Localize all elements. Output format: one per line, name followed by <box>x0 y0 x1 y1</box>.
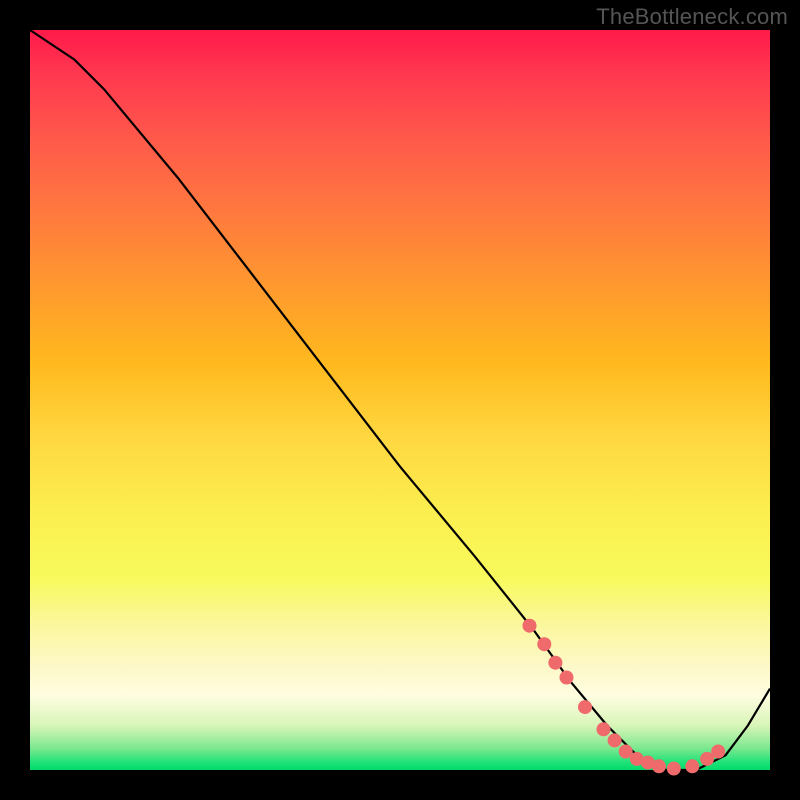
highlight-dots-group <box>523 619 726 776</box>
highlight-dot <box>652 759 666 773</box>
chart-svg <box>30 30 770 770</box>
bottleneck-curve <box>30 30 770 770</box>
highlight-dot <box>685 759 699 773</box>
plot-area <box>30 30 770 770</box>
highlight-dot <box>597 722 611 736</box>
highlight-dot <box>578 700 592 714</box>
highlight-dot <box>667 762 681 776</box>
highlight-dot <box>523 619 537 633</box>
highlight-dot <box>608 733 622 747</box>
highlight-dot <box>537 637 551 651</box>
highlight-dot <box>548 656 562 670</box>
highlight-dot <box>711 745 725 759</box>
highlight-dot <box>560 671 574 685</box>
watermark-text: TheBottleneck.com <box>596 4 788 30</box>
